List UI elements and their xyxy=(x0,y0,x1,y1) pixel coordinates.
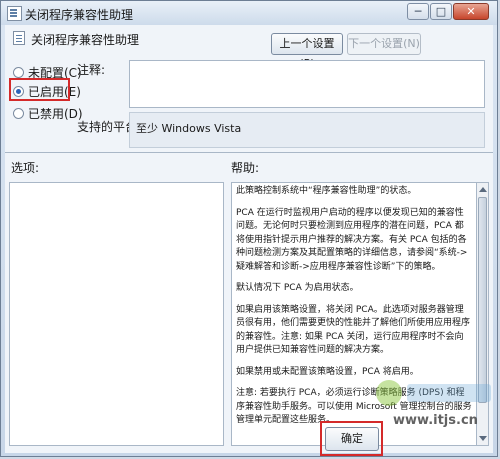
close-icon[interactable]: ✕ xyxy=(453,3,489,20)
window-controls: ─ □ ✕ xyxy=(406,3,489,20)
prev-setting-button[interactable]: 上一个设置(P) xyxy=(271,33,343,70)
policy-icon xyxy=(13,31,25,45)
scroll-thumb[interactable] xyxy=(478,197,487,403)
ok-highlight-box xyxy=(320,421,383,456)
window-title: 关闭程序兼容性助理 xyxy=(25,8,134,22)
enabled-highlight-box xyxy=(9,78,70,101)
minimize-icon[interactable]: ─ xyxy=(407,3,429,20)
radio-disabled-label: 已禁用(D) xyxy=(28,107,83,121)
help-paragraph: 此策略控制系统中“程序兼容性助理”的状态。 xyxy=(236,186,417,196)
radio-disabled[interactable]: 已禁用(D) xyxy=(13,105,83,122)
comment-textarea[interactable] xyxy=(129,60,485,108)
watermark-url: www.itjs.cn xyxy=(393,413,478,428)
next-setting-button[interactable]: 下一个设置(N) xyxy=(347,33,421,55)
scroll-down-icon[interactable] xyxy=(479,436,487,441)
setting-title: 关闭程序兼容性助理 xyxy=(31,33,140,47)
scroll-up-icon[interactable] xyxy=(479,187,487,192)
help-paragraph: 默认情况下 PCA 为启用状态。 xyxy=(236,283,359,293)
watermark-logo xyxy=(376,380,491,406)
app-icon xyxy=(7,6,22,21)
dialog-window: 关闭程序兼容性助理 ─ □ ✕ 关闭程序兼容性助理 上一个设置(P) 下一个设置… xyxy=(0,0,498,457)
radio-disabled-indicator[interactable] xyxy=(13,108,24,119)
title-bar[interactable]: 关闭程序兼容性助理 ─ □ ✕ xyxy=(1,1,497,25)
supported-platform-box: 至少 Windows Vista xyxy=(129,112,485,148)
help-paragraph: 如果禁用或未配置该策略设置，PCA 将启用。 xyxy=(236,366,419,377)
supported-platform-value: 至少 Windows Vista xyxy=(136,122,242,135)
help-label: 帮助: xyxy=(231,161,260,175)
radio-not-configured-indicator[interactable] xyxy=(13,67,24,78)
comment-label: 注释: xyxy=(77,63,106,77)
options-label: 选项: xyxy=(11,161,40,175)
separator xyxy=(5,152,493,153)
help-paragraph: PCA 在运行时监视用户启动的程序以便发现已知的兼容性问题。无论何时只要检测到应… xyxy=(236,207,468,272)
options-pane xyxy=(9,182,224,446)
help-paragraph: 如果启用该策略设置，将关闭 PCA。此选项对服务器管理员很有用，他们需要更快的性… xyxy=(236,304,471,356)
maximize-icon[interactable]: □ xyxy=(430,3,452,20)
